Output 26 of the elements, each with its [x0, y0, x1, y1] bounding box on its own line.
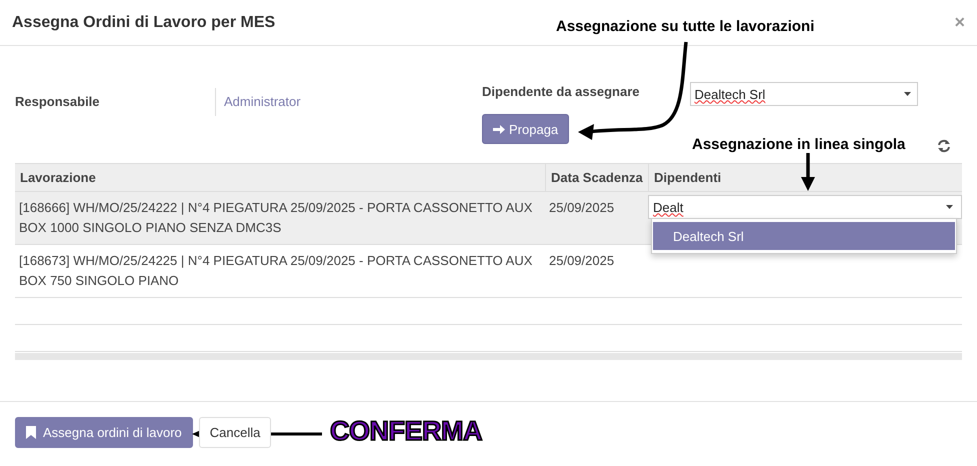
field-label: Responsabile	[15, 94, 100, 109]
field-label: Dipendente da assegnare	[482, 83, 640, 101]
annotation-label: CONFERMA	[330, 416, 482, 447]
table-cell-text: [168673] WH/MO/25/24225 | N°4 PIEGATURA 25/09/2025 - PORTA CASSONETTO AUX BOX 750 SINGOLO PIANO	[18, 252, 534, 290]
annotation-label: Assegnazione su tutte le lavorazioni	[556, 18, 814, 35]
assign-button[interactable]: Assegna ordini di lavoro	[15, 416, 193, 448]
arrow-right-icon	[493, 124, 505, 134]
annotation-label: Assegnazione in linea singola	[692, 136, 906, 153]
column-header: Lavorazione	[19, 169, 97, 187]
column-header: Data Scadenza	[545, 164, 648, 191]
scroll-bar[interactable]	[15, 353, 962, 360]
caret-icon	[946, 205, 953, 209]
caret-icon	[904, 92, 910, 96]
table-cell-text: [168666] WH/MO/25/24222 | N°4 PIEGATURA 25/09/2025 - PORTA CASSONETTO AUX BOX 1000 SINGOLO PIANO SENZA DMC3S	[18, 199, 534, 237]
arrow-drawing	[798, 153, 818, 193]
cancel-button[interactable]: Cancella	[198, 416, 272, 448]
field-value: Administrator	[224, 94, 301, 109]
dropdown-option[interactable]: Dealtech Srl	[653, 222, 955, 250]
employee-input[interactable]: Dealt	[648, 195, 962, 219]
refresh-icon	[937, 139, 951, 153]
dialog-title: Assegna Ordini di Lavoro per MES	[12, 14, 276, 32]
table-cell-text: 25/09/2025	[548, 199, 616, 217]
bookmark-icon	[26, 426, 36, 438]
table-cell-text: 25/09/2025	[548, 252, 616, 270]
propagate-button[interactable]: Propaga	[482, 114, 570, 144]
employee-select[interactable]: Dealtech Srl	[690, 82, 918, 106]
